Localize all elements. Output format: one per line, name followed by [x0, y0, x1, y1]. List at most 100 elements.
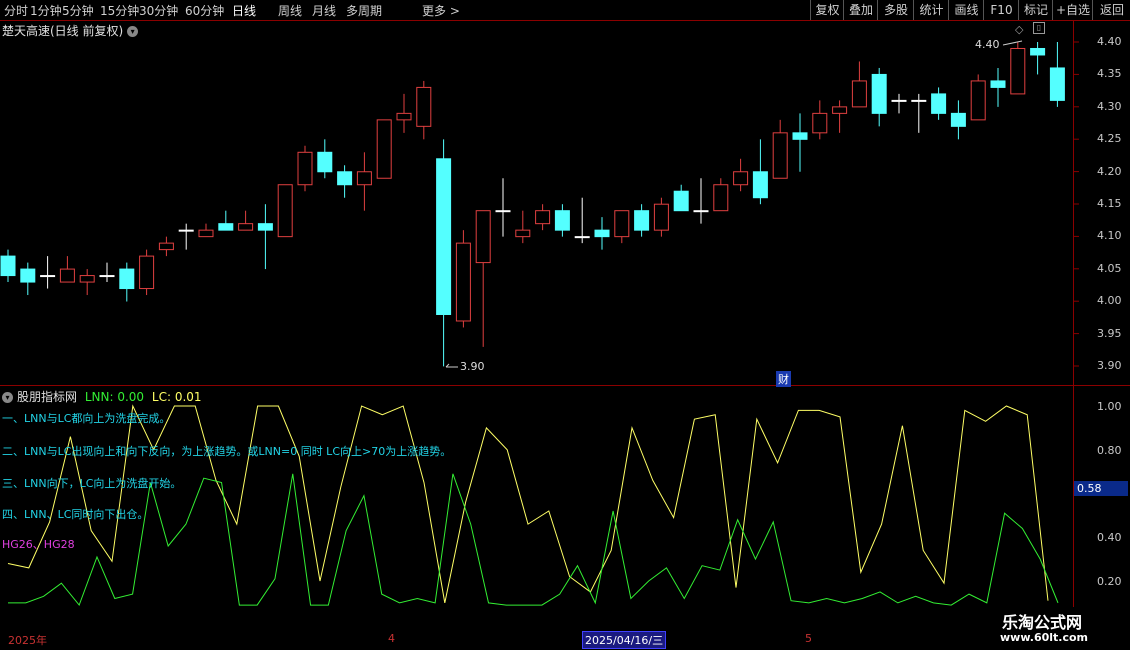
- candle[interactable]: [178, 229, 194, 232]
- ind-axis-1: 1.00: [1097, 400, 1122, 413]
- candle[interactable]: [574, 236, 590, 239]
- candle[interactable]: [970, 80, 986, 121]
- candle[interactable]: [653, 203, 669, 231]
- lnn-line: [7, 404, 1049, 603]
- axis-ticks: [1074, 41, 1079, 367]
- hg-label: HG26、HG28: [2, 538, 75, 551]
- candle[interactable]: [198, 229, 214, 238]
- candle[interactable]: [455, 242, 471, 322]
- chevron-down-icon[interactable]: ▾: [127, 26, 139, 37]
- candle[interactable]: [812, 112, 828, 134]
- lc-line: [8, 473, 1059, 607]
- kline-chart[interactable]: [0, 0, 1130, 650]
- candle[interactable]: [713, 184, 729, 212]
- candle[interactable]: [515, 229, 531, 238]
- note-1: 一、LNN与LC都向上为洗盘完成。: [2, 412, 171, 425]
- selected-date: 2025/04/16/三: [582, 631, 667, 649]
- candle[interactable]: [1010, 47, 1026, 95]
- price-axis-label-8: 4.00: [1097, 294, 1122, 308]
- candle[interactable]: [693, 210, 709, 213]
- candle[interactable]: [20, 268, 36, 283]
- note-3: 三、LNN向下，LC向上为洗盘开始。: [2, 477, 182, 490]
- date-label-year: 2025年: [8, 634, 47, 647]
- candle[interactable]: [337, 171, 353, 186]
- ind-axis-3: 0.40: [1097, 531, 1122, 544]
- candle[interactable]: [59, 268, 75, 283]
- candle[interactable]: [495, 210, 511, 213]
- price-axis-label-5: 4.15: [1097, 197, 1122, 210]
- price-axis-label-7: 4.05: [1097, 261, 1122, 275]
- date-label-apr: 4: [388, 632, 395, 645]
- candle[interactable]: [297, 151, 313, 186]
- candle[interactable]: [871, 73, 887, 114]
- stock-title[interactable]: 楚天高速(日线 前复权) ▾: [2, 22, 139, 39]
- candle[interactable]: [535, 210, 551, 225]
- candle[interactable]: [257, 223, 273, 231]
- indicator-name: 股朋指标网: [17, 390, 78, 404]
- candle[interactable]: [772, 132, 788, 179]
- diamond-icon[interactable]: ◇: [1015, 23, 1023, 36]
- candle[interactable]: [752, 171, 768, 199]
- lnn-value: LNN: 0.00: [84, 390, 145, 404]
- price-axis-label-4: 4.20: [1097, 164, 1122, 178]
- price-axis-label-2: 4.30: [1097, 99, 1122, 113]
- candle[interactable]: [356, 171, 372, 186]
- note-4: 四、LNN、LC同时向下出仓。: [2, 508, 149, 521]
- date-label-may: 5: [805, 632, 812, 645]
- current-value-box: 0.58: [1074, 481, 1128, 496]
- candle[interactable]: [317, 151, 333, 173]
- candle[interactable]: [99, 275, 115, 278]
- candle[interactable]: [911, 99, 927, 102]
- watermark-url: www.60lt.com: [1000, 631, 1089, 644]
- high-arrow: [1002, 40, 1023, 46]
- candle[interactable]: [436, 158, 452, 315]
- window-icon[interactable]: ▯: [1033, 22, 1045, 34]
- candle[interactable]: [238, 223, 254, 231]
- candle[interactable]: [475, 210, 491, 264]
- chevron-down-icon[interactable]: ▾: [2, 392, 13, 403]
- watermark-title: 乐淘公式网: [1002, 613, 1083, 632]
- date-axis: [0, 630, 1130, 650]
- candle[interactable]: [416, 86, 432, 127]
- candle[interactable]: [277, 184, 293, 238]
- candle[interactable]: [990, 80, 1006, 88]
- candle[interactable]: [139, 255, 155, 290]
- price-axis-label-6: 4.10: [1097, 229, 1122, 243]
- candle[interactable]: [1030, 47, 1046, 56]
- candlesticks: [0, 42, 1065, 367]
- candle[interactable]: [79, 275, 95, 283]
- candle[interactable]: [931, 93, 947, 114]
- candle[interactable]: [158, 242, 174, 251]
- candle[interactable]: [832, 106, 848, 114]
- ind-axis-4: 0.20: [1097, 575, 1122, 588]
- price-axis-label-9: 3.95: [1097, 326, 1122, 340]
- price-axis-label-10: 3.90: [1097, 359, 1122, 372]
- candle[interactable]: [950, 112, 966, 127]
- candle[interactable]: [396, 112, 412, 121]
- price-axis-label-1: 4.35: [1097, 67, 1122, 81]
- candle[interactable]: [1049, 67, 1065, 101]
- candle[interactable]: [614, 210, 630, 238]
- note-2: 二、LNN与LC出现向上和向下反向，为上涨趋势。或LNN=0 同时 LC向上>7…: [2, 445, 452, 458]
- candle[interactable]: [376, 119, 392, 179]
- indicator-lines: [7, 404, 1059, 607]
- candle[interactable]: [733, 171, 749, 186]
- candle[interactable]: [634, 210, 650, 231]
- stock-title-text: 楚天高速(日线 前复权): [2, 24, 124, 38]
- candle[interactable]: [40, 275, 56, 278]
- candle[interactable]: [218, 223, 234, 231]
- candle[interactable]: [119, 268, 135, 290]
- price-axis-label-3: 4.25: [1097, 132, 1122, 146]
- candle[interactable]: [851, 80, 867, 108]
- candle[interactable]: [891, 99, 907, 102]
- low-price-label: 3.90: [460, 360, 485, 373]
- candle[interactable]: [594, 229, 610, 238]
- ind-axis-2: 0.80: [1097, 444, 1122, 457]
- candle[interactable]: [554, 210, 570, 231]
- finance-badge[interactable]: 财: [776, 371, 791, 387]
- high-price-label: 4.40: [975, 38, 1000, 51]
- candle[interactable]: [673, 190, 689, 212]
- candle[interactable]: [0, 255, 16, 277]
- candle[interactable]: [792, 132, 808, 140]
- indicator-header[interactable]: ▾ 股朋指标网 LNN: 0.00 LC: 0.01: [2, 388, 202, 405]
